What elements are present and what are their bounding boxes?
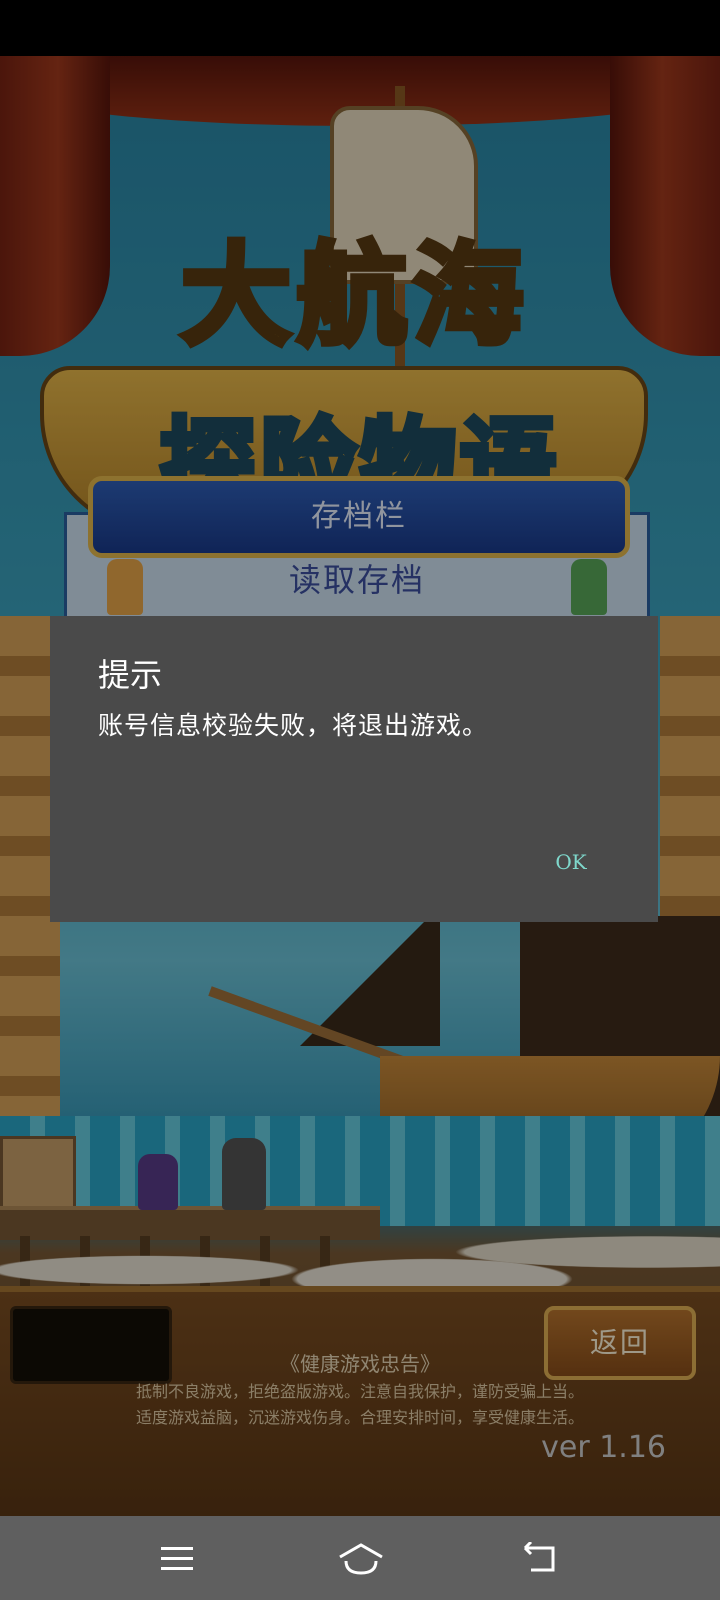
dialog-message: 账号信息校验失败，将退出游戏。 — [98, 711, 489, 740]
alert-dialog: 提示 账号信息校验失败，将退出游戏。 OK — [50, 616, 658, 922]
menu-icon — [161, 1547, 193, 1570]
back-icon — [523, 1542, 555, 1572]
dialog-title: 提示 — [98, 656, 163, 694]
home-icon — [339, 1543, 383, 1575]
ok-button[interactable]: OK — [548, 842, 594, 882]
menu-button[interactable] — [142, 1534, 212, 1584]
status-bar — [0, 0, 720, 56]
system-navigation-bar — [0, 1516, 720, 1600]
back-button[interactable] — [504, 1534, 574, 1584]
home-button[interactable] — [326, 1534, 396, 1584]
